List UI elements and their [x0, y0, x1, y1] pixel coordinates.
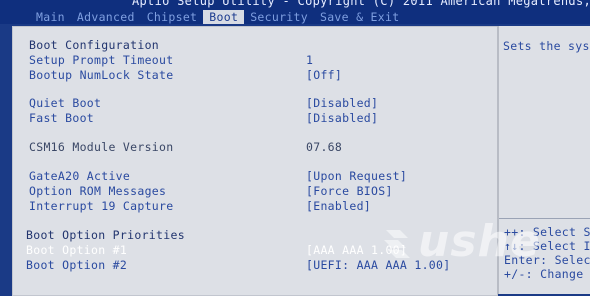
option-rom-value[interactable]: [Force BIOS]: [306, 184, 393, 198]
interrupt19-row[interactable]: Interrupt 19 Capture: [29, 199, 173, 213]
interrupt19-value[interactable]: [Enabled]: [306, 199, 371, 213]
tab-advanced[interactable]: Advanced: [71, 10, 141, 24]
tab-bar: Main Advanced Chipset Boot Security Save…: [30, 10, 405, 24]
boot-option-1-label: Boot Option #1: [26, 243, 128, 257]
setup-prompt-timeout-label: Setup Prompt Timeout: [29, 53, 174, 67]
option-rom-label: Option ROM Messages: [29, 184, 167, 198]
help-description: Sets the sys: [503, 39, 590, 53]
tab-main[interactable]: Main: [30, 10, 71, 24]
interrupt19-label: Interrupt 19 Capture: [29, 199, 174, 213]
tab-chipset[interactable]: Chipset: [141, 10, 204, 24]
bootup-numlock-row[interactable]: Bootup NumLock State: [29, 68, 173, 82]
quiet-boot-row[interactable]: Quiet Boot: [29, 96, 101, 110]
option-rom-row[interactable]: Option ROM Messages: [29, 184, 166, 198]
watermark-text: ushe: [418, 216, 541, 267]
tab-boot[interactable]: Boot: [203, 10, 245, 24]
gatea20-label: GateA20 Active: [29, 169, 131, 183]
bootup-numlock-value[interactable]: [Off]: [306, 68, 342, 82]
tab-save-exit[interactable]: Save & Exit: [314, 10, 405, 24]
gatea20-value[interactable]: [Upon Request]: [306, 169, 407, 183]
gatea20-row[interactable]: GateA20 Active: [29, 169, 130, 183]
boot-priorities-title: Boot Option Priorities: [26, 228, 185, 242]
quiet-boot-value[interactable]: [Disabled]: [306, 96, 378, 110]
hint-change-value: +/-: Change: [504, 267, 584, 281]
boot-option-2-label: Boot Option #2: [26, 258, 128, 272]
csm16-label: CSM16 Module Version: [29, 140, 174, 154]
setup-prompt-timeout-row[interactable]: Setup Prompt Timeout: [29, 53, 173, 67]
bootup-numlock-label: Bootup NumLock State: [29, 68, 174, 82]
fast-boot-row[interactable]: Fast Boot: [29, 111, 94, 125]
watermark-icon: [384, 230, 410, 258]
top-bar: Aptio Setup Utility - Copyright (C) 2011…: [0, 0, 590, 24]
fast-boot-value[interactable]: [Disabled]: [306, 111, 378, 125]
csm16-value: 07.68: [306, 140, 343, 154]
quiet-boot-label: Quiet Boot: [29, 96, 102, 110]
csm16-row: CSM16 Module Version: [29, 140, 173, 154]
window-title: Aptio Setup Utility - Copyright (C) 2011…: [132, 0, 590, 8]
setup-prompt-timeout-value[interactable]: 1: [306, 53, 313, 67]
boot-option-2-row[interactable]: Boot Option #2: [26, 258, 127, 272]
fast-boot-label: Fast Boot: [29, 111, 95, 125]
tab-security[interactable]: Security: [244, 10, 314, 24]
section-title: Boot Configuration: [29, 38, 160, 52]
boot-option-1-row[interactable]: Boot Option #1: [26, 243, 127, 257]
